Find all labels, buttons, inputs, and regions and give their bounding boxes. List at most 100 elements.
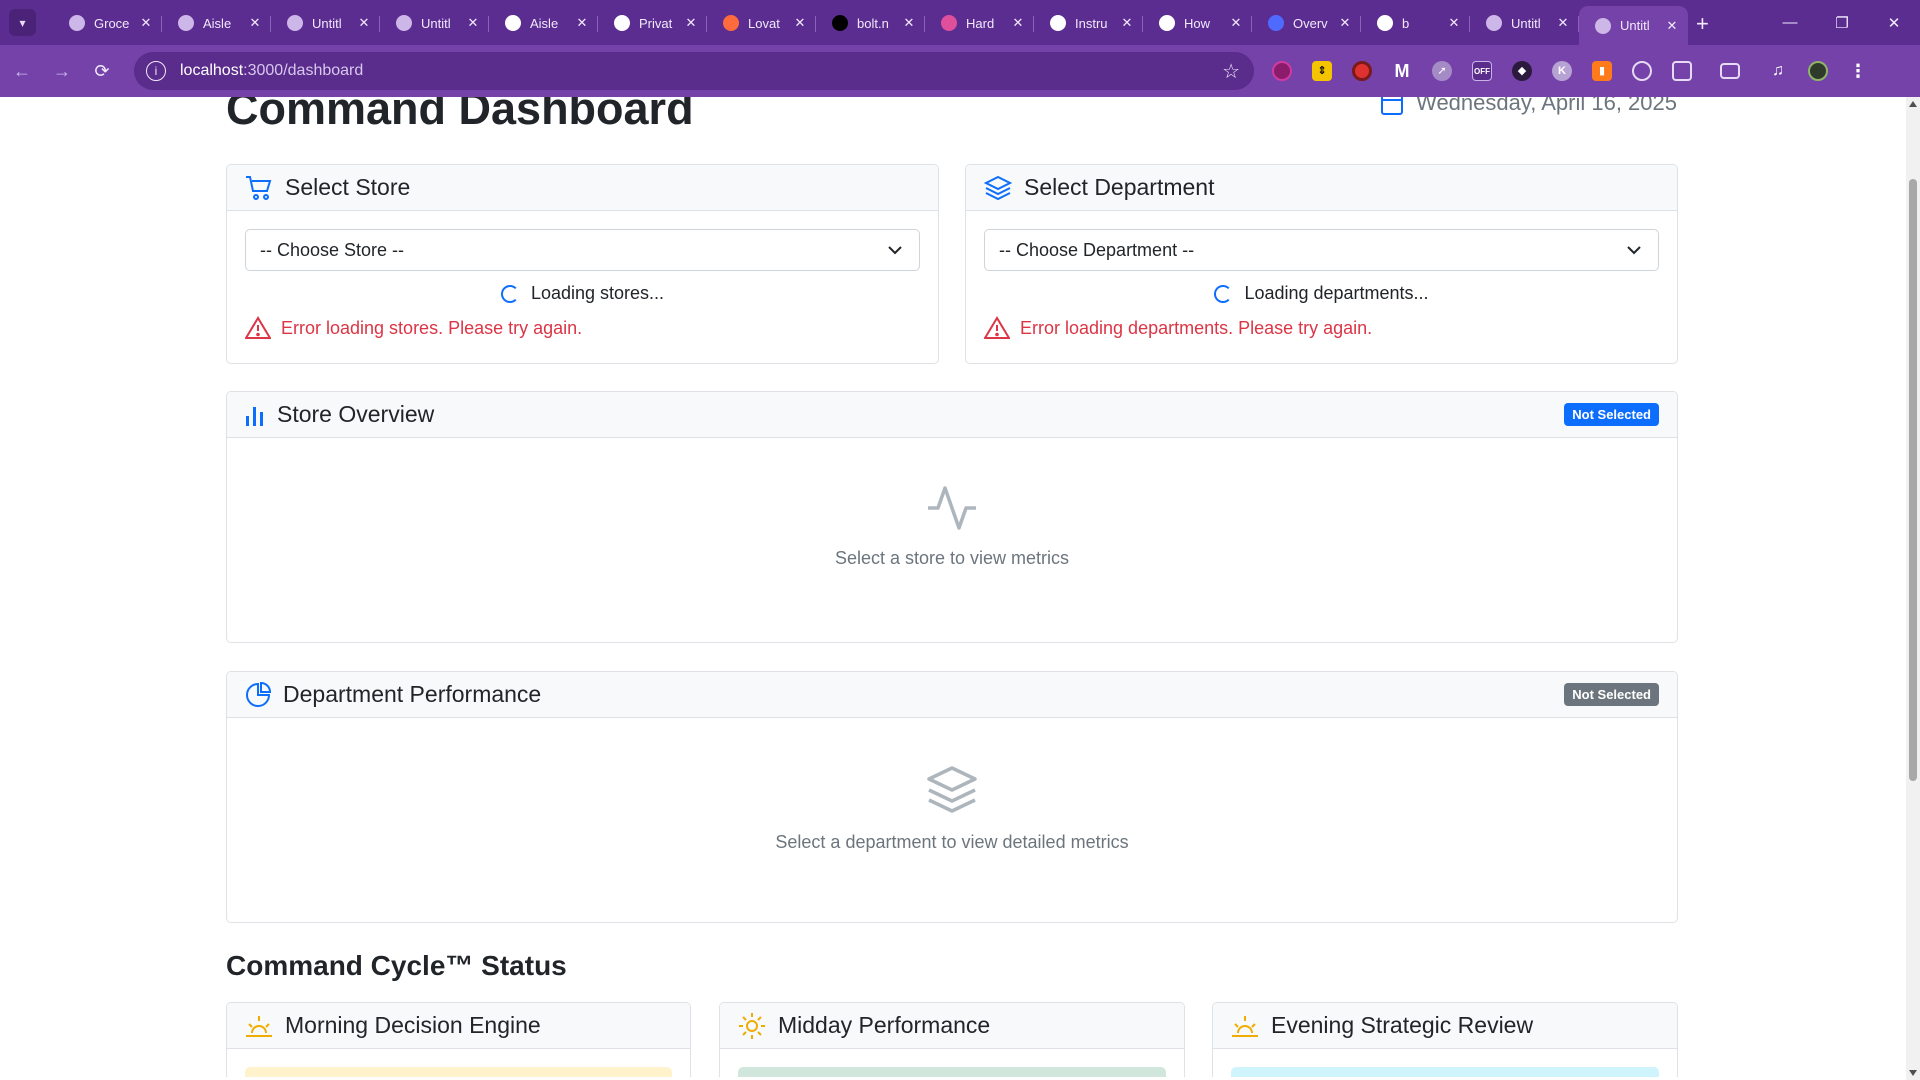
lovable-heart-icon — [723, 15, 739, 31]
store-overview-message: Select a store to view metrics — [834, 548, 1070, 568]
browser-tab[interactable]: Untitl ✕ — [1470, 6, 1579, 40]
close-tab-icon[interactable]: ✕ — [247, 15, 263, 31]
tab-title: b — [1402, 15, 1410, 31]
browser-tab[interactable]: Instru ✕ — [1034, 6, 1143, 40]
current-date: Wednesday, April 16, 2025 — [1416, 97, 1677, 115]
close-tab-icon[interactable]: ✕ — [1446, 15, 1462, 31]
close-tab-icon[interactable]: ✕ — [792, 15, 808, 31]
sunrise-icon — [246, 1015, 272, 1037]
close-tab-icon[interactable]: ✕ — [356, 15, 372, 31]
layers-icon — [927, 766, 977, 813]
department-performance-message: Select a department to view detailed met… — [775, 832, 1129, 852]
close-tab-icon[interactable]: ✕ — [1664, 18, 1680, 34]
reading-mode-icon[interactable] — [1710, 51, 1750, 91]
browser-tab[interactable]: Untitl ✕ — [271, 6, 380, 40]
browser-tab[interactable]: Groce ✕ — [53, 6, 162, 40]
extensions-row: ⇕ M ➚ OFF ◆ K ▮ ♫ ⋮ — [1262, 51, 1878, 91]
close-tab-icon[interactable]: ✕ — [574, 15, 590, 31]
morning-decision-title: Morning Decision Engine — [285, 1012, 541, 1038]
blue-circle-icon — [1268, 15, 1284, 31]
profile-avatar[interactable] — [1798, 51, 1838, 91]
evening-review-body — [1231, 1067, 1659, 1077]
department-performance-empty: Select a department to view detailed met… — [227, 718, 1677, 853]
department-select[interactable]: -- Choose Department -- — [984, 229, 1659, 271]
browser-tab[interactable]: bolt.n ✕ — [816, 6, 925, 40]
site-info-icon[interactable]: i — [146, 61, 166, 81]
browser-tab[interactable]: Aisle ✕ — [162, 6, 271, 40]
browser-tab[interactable]: Untitl ✕ — [380, 6, 489, 40]
extension-chart-icon[interactable]: ▮ — [1582, 51, 1622, 91]
minimize-icon[interactable]: — — [1764, 0, 1816, 45]
close-tab-icon[interactable]: ✕ — [1010, 15, 1026, 31]
extension-m-icon[interactable]: M — [1382, 51, 1422, 91]
store-loading-text: Loading stores... — [530, 283, 665, 303]
command-cycle-title: Command Cycle™ Status — [226, 950, 567, 981]
openai-icon — [505, 15, 521, 31]
url-path: :3000/dashboard — [243, 62, 364, 79]
media-controls-icon[interactable]: ♫ — [1758, 51, 1798, 91]
close-tab-icon[interactable]: ✕ — [138, 15, 154, 31]
spinner-icon — [1214, 284, 1233, 303]
tab-search-button[interactable]: ▾ — [9, 9, 36, 36]
close-tab-icon[interactable]: ✕ — [901, 15, 917, 31]
browser-tab[interactable]: Privat ✕ — [598, 6, 707, 40]
scrollbar-thumb[interactable] — [1909, 179, 1917, 781]
extension-record-icon[interactable] — [1342, 51, 1382, 91]
close-tab-icon[interactable]: ✕ — [465, 15, 481, 31]
close-tab-icon[interactable]: ✕ — [1119, 15, 1135, 31]
bolt-icon — [832, 15, 848, 31]
tab-title: Untitl — [312, 15, 342, 31]
store-overview-title: Store Overview — [277, 401, 435, 427]
openai-icon — [1159, 15, 1175, 31]
tab-title: Overv — [1293, 15, 1328, 31]
close-tab-icon[interactable]: ✕ — [1337, 15, 1353, 31]
back-button[interactable]: ← — [4, 53, 40, 89]
close-tab-icon[interactable]: ✕ — [1555, 15, 1571, 31]
browser-tab[interactable]: Overv ✕ — [1252, 6, 1361, 40]
new-tab-button[interactable]: + — [1696, 11, 1726, 37]
extension-off-icon[interactable]: OFF — [1462, 51, 1502, 91]
reload-button[interactable]: ⟳ — [84, 53, 120, 89]
scroll-up-icon[interactable] — [1909, 101, 1917, 107]
browser-tab[interactable]: Hard ✕ — [925, 6, 1034, 40]
select-store-header: Select Store — [227, 165, 938, 211]
store-select-value: -- Choose Store -- — [260, 239, 405, 260]
activity-pulse-icon — [928, 486, 976, 530]
browser-toolbar: ← → ⟳ i localhost:3000/dashboard ☆ ⇕ M ➚… — [0, 45, 1920, 97]
midday-performance-title: Midday Performance — [778, 1012, 991, 1038]
store-error: Error loading stores. Please try again. — [245, 316, 938, 340]
bookmark-star-icon[interactable]: ☆ — [1222, 59, 1240, 84]
store-overview-empty: Select a store to view metrics — [227, 438, 1677, 569]
extension-spy-icon[interactable]: ◆ — [1502, 51, 1542, 91]
store-loading: Loading stores... — [227, 283, 938, 304]
browser-tab[interactable]: Lovat ✕ — [707, 6, 816, 40]
close-tab-icon[interactable]: ✕ — [683, 15, 699, 31]
restore-icon[interactable]: ❐ — [1816, 0, 1868, 45]
browser-tab[interactable]: b ✕ — [1361, 6, 1470, 40]
extension-compass-icon[interactable]: ➚ — [1422, 51, 1462, 91]
store-select[interactable]: -- Choose Store -- — [245, 229, 920, 271]
extensions-puzzle-icon[interactable] — [1662, 51, 1702, 91]
page-scrollbar[interactable] — [1906, 97, 1920, 1080]
tab-title: Privat — [639, 15, 673, 31]
close-tab-icon[interactable]: ✕ — [1228, 15, 1244, 31]
tab-title: Untitl — [1620, 18, 1650, 33]
address-bar[interactable]: i localhost:3000/dashboard ☆ — [134, 52, 1254, 90]
browser-tab[interactable]: Aisle ✕ — [489, 6, 598, 40]
extension-yellow-icon[interactable]: ⇕ — [1302, 51, 1342, 91]
extension-pink-icon[interactable] — [1262, 51, 1302, 91]
status-badge: Not Selected — [1564, 683, 1659, 706]
tab-title: How — [1184, 15, 1211, 31]
browser-tab[interactable]: Untitl ✕ — [1579, 6, 1688, 45]
browser-menu-icon[interactable]: ⋮ — [1838, 51, 1878, 91]
select-department-title: Select Department — [1024, 174, 1215, 200]
forward-button[interactable]: → — [44, 53, 80, 89]
chevron-down-icon — [888, 246, 902, 255]
scroll-down-icon[interactable] — [1909, 1070, 1917, 1076]
tab-title: Untitl — [421, 15, 451, 31]
extension-globe-icon[interactable] — [1622, 51, 1662, 91]
globe-icon — [287, 15, 303, 31]
browser-tab[interactable]: How ✕ — [1143, 6, 1252, 40]
close-window-icon[interactable]: ✕ — [1868, 0, 1920, 45]
extension-k-icon[interactable]: K — [1542, 51, 1582, 91]
